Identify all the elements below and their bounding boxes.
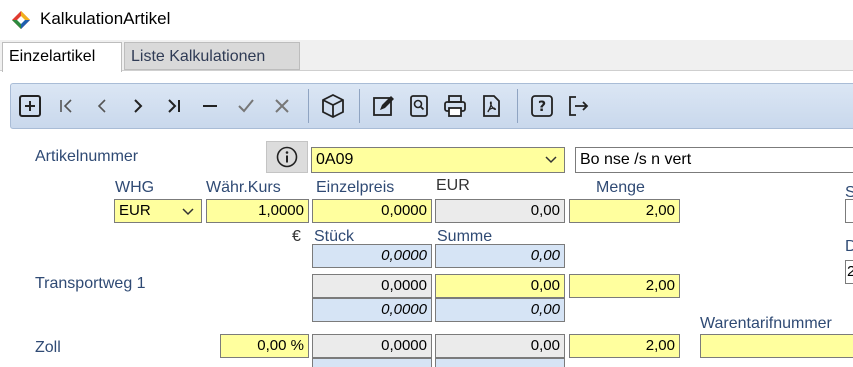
chevron-down-icon [182,208,194,216]
svg-text:?: ? [538,99,546,115]
eur-field: 0,00 [435,199,565,223]
cancel-icon[interactable] [269,93,295,119]
info-icon [276,146,298,168]
menge-label: Menge [596,179,645,196]
transport-summe-field: 0,00 [435,298,565,322]
transport-menge-field[interactable]: 2,00 [569,274,680,298]
transport-einzel-field: 0,0000 [312,274,432,298]
whg-select[interactable]: EUR [114,199,202,223]
first-icon[interactable] [53,93,79,119]
package-icon[interactable] [320,93,346,119]
eur-label: EUR [436,177,470,194]
help-icon[interactable]: ? [529,93,555,119]
whg-label: WHG [115,179,155,196]
pdf-icon[interactable] [478,93,504,119]
menge-field[interactable]: 2,00 [569,199,680,223]
toolbar-separator [359,89,360,123]
artikelnummer-value: 0A09 [316,151,354,168]
diamond-logo-icon [12,11,30,29]
transportweg-label: Transportweg 1 [35,275,146,292]
transport-stueck-field: 0,0000 [312,298,432,322]
add-icon[interactable] [17,93,43,119]
prev-icon[interactable] [89,93,115,119]
print-icon[interactable] [442,93,468,119]
zoll-einzel-field: 0,0000 [312,334,432,358]
right-label-d: D [845,238,853,255]
window-title: KalkulationArtikel [40,9,171,28]
artikel-description-field[interactable]: Bo nse /s n vert [575,147,853,173]
transport-eur-field[interactable]: 0,00 [435,274,565,298]
right-field-s[interactable] [845,199,853,223]
tab-liste-kalkulationen[interactable]: Liste Kalkulationen [124,42,300,70]
zoll-eur-field: 0,00 [435,334,565,358]
info-button[interactable] [266,141,308,173]
right-field-d[interactable]: 2 [845,260,853,284]
kurs-field[interactable]: 1,0000 [206,199,309,223]
toolbar-separator [308,89,309,123]
currency-symbol: € [292,228,301,245]
artikelnummer-label: Artikelnummer [35,148,139,165]
zoll-stueck-field [312,358,432,367]
edit-icon[interactable] [371,93,397,119]
artikelnummer-select[interactable]: 0A09 [311,147,565,173]
warentarifnummer-field[interactable] [700,334,853,358]
chevron-down-icon [545,156,557,164]
toolbar-separator [517,89,518,123]
confirm-icon[interactable] [233,93,259,119]
zoll-menge-field[interactable]: 2,00 [569,334,680,358]
summe-field: 0,00 [435,244,565,268]
whg-value: EUR [119,202,151,219]
tab-einzelartikel[interactable]: Einzelartikel [2,42,122,72]
last-icon[interactable] [161,93,187,119]
zoll-label: Zoll [35,339,61,356]
zoll-percent-field[interactable]: 0,00 % [220,334,309,358]
zoll-summe-field [435,358,565,367]
kurs-label: Währ.Kurs [206,179,281,196]
next-icon[interactable] [125,93,151,119]
remove-icon[interactable] [197,93,223,119]
exit-icon[interactable] [565,93,591,119]
stueck-field: 0,0000 [312,244,432,268]
einzelpreis-label: Einzelpreis [316,179,395,196]
einzelpreis-field[interactable]: 0,0000 [312,199,432,223]
warentarifnummer-label: Warentarifnummer [700,315,832,332]
search-doc-icon[interactable] [406,93,432,119]
